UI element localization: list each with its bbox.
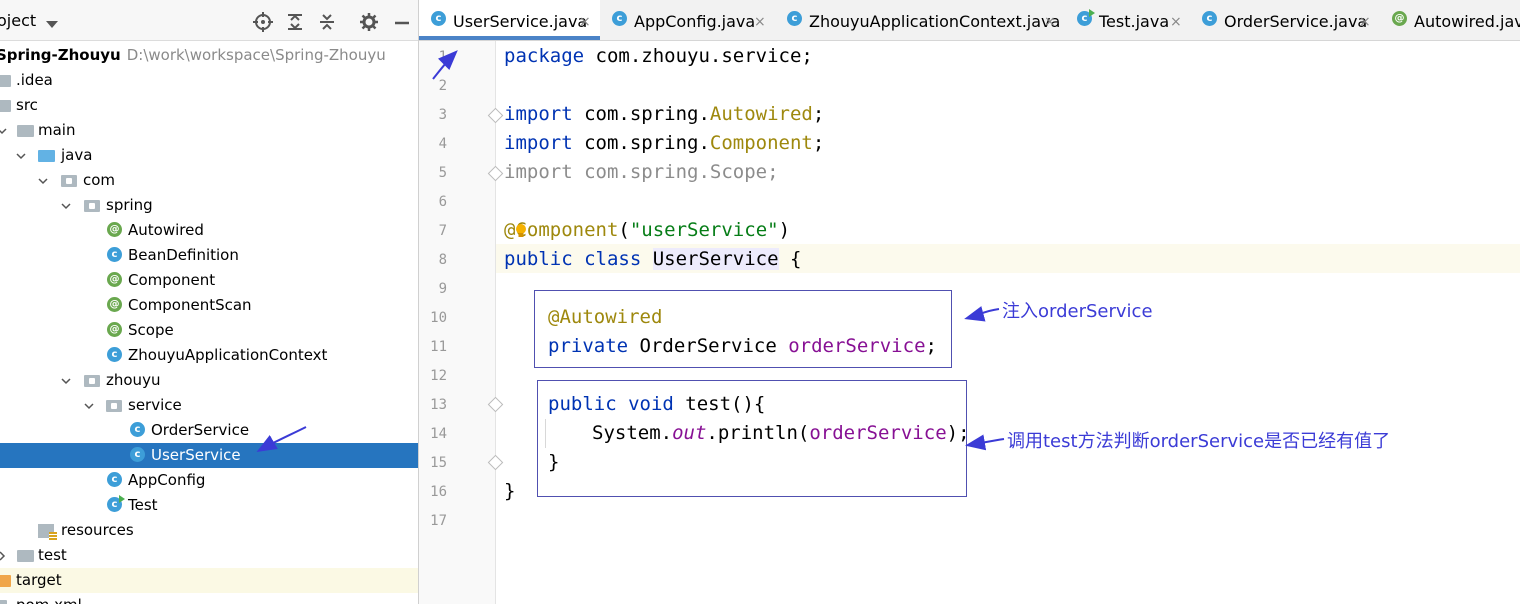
close-icon[interactable]: × — [1170, 0, 1182, 40]
arrow-to-field — [964, 306, 1000, 322]
tab-label: ZhouyuApplicationContext.java — [809, 12, 1061, 31]
close-icon[interactable]: × — [1359, 0, 1371, 40]
class-icon: c — [612, 11, 627, 26]
tab-userservice[interactable]: c UserService.java × — [419, 0, 600, 40]
editor-tab-bar: c UserService.java × c AppConfig.java × … — [419, 0, 1520, 41]
tab-autowired[interactable]: @ Autowired.java — [1380, 0, 1520, 40]
runnable-class-icon: c — [1077, 9, 1095, 26]
tab-label: AppConfig.java — [634, 12, 756, 31]
tab-test[interactable]: c Test.java × — [1065, 0, 1190, 40]
class-icon: c — [431, 11, 446, 26]
tab-label: UserService.java — [453, 12, 588, 31]
close-icon[interactable]: × — [754, 0, 766, 40]
tab-orderservice[interactable]: c OrderService.java × — [1190, 0, 1380, 40]
tab-label: Autowired.java — [1414, 12, 1520, 31]
tab-appconfig[interactable]: c AppConfig.java × — [600, 0, 775, 40]
class-icon: c — [787, 11, 802, 26]
tab-zhouyuapplicationcontext[interactable]: c ZhouyuApplicationContext.java × — [775, 0, 1065, 40]
class-icon: c — [1202, 11, 1217, 26]
annotation-icon: @ — [1392, 11, 1407, 26]
code-editor[interactable]: 1 2 3 4 5 6 7 8 9 10 11 12 13 14 15 16 1… — [419, 41, 1520, 604]
tab-label: Test.java — [1099, 12, 1170, 31]
close-icon[interactable]: × — [1044, 0, 1056, 40]
arrow-to-method — [965, 434, 1005, 451]
annotation-arrow — [256, 426, 307, 453]
annotation-arrows — [432, 50, 1005, 451]
project-panel: oject Spring-Zhouyu D:\work\workspace\Spr… — [0, 0, 419, 604]
tab-label: OrderService.java — [1224, 12, 1368, 31]
arrow-to-line1 — [432, 50, 458, 80]
close-icon[interactable]: × — [579, 0, 591, 40]
